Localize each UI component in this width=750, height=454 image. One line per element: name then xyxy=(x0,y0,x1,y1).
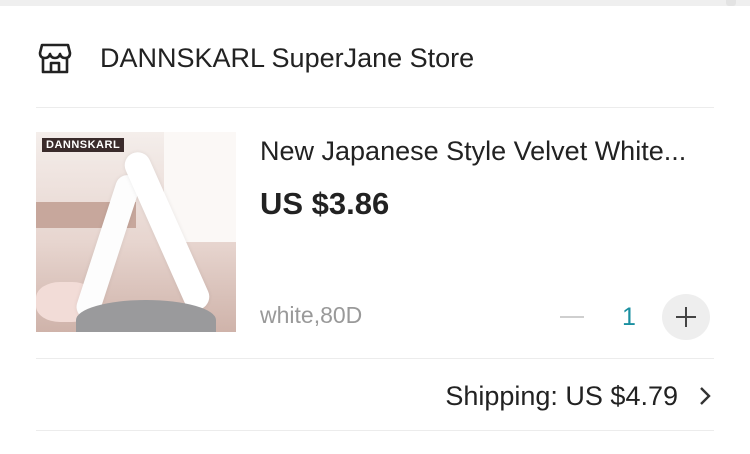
plus-icon xyxy=(676,307,696,327)
increase-quantity-button[interactable] xyxy=(662,294,710,340)
chevron-right-icon xyxy=(698,385,714,407)
decrease-quantity-button[interactable] xyxy=(548,294,596,340)
store-name[interactable]: DANNSKARL SuperJane Store xyxy=(100,43,474,74)
divider xyxy=(36,107,714,108)
divider xyxy=(36,358,714,359)
scrollbar-thumb[interactable] xyxy=(726,0,736,6)
store-header[interactable]: DANNSKARL SuperJane Store xyxy=(36,34,474,82)
top-divider-strip xyxy=(0,0,750,6)
quantity-stepper: 1 xyxy=(548,294,710,340)
divider xyxy=(36,430,714,431)
shipping-row[interactable]: Shipping: US $4.79 xyxy=(445,378,714,414)
shipping-cost: Shipping: US $4.79 xyxy=(445,380,678,411)
minus-icon xyxy=(560,316,584,318)
product-price: US $3.86 xyxy=(260,186,390,221)
quantity-value: 1 xyxy=(622,302,636,331)
image-skirt xyxy=(76,300,216,332)
product-title[interactable]: New Japanese Style Velvet White... xyxy=(260,136,712,167)
store-icon xyxy=(36,39,74,77)
product-variant[interactable]: white,80D xyxy=(260,302,362,329)
product-image[interactable]: DANNSKARL xyxy=(36,132,236,332)
image-brand-watermark: DANNSKARL xyxy=(42,138,125,152)
